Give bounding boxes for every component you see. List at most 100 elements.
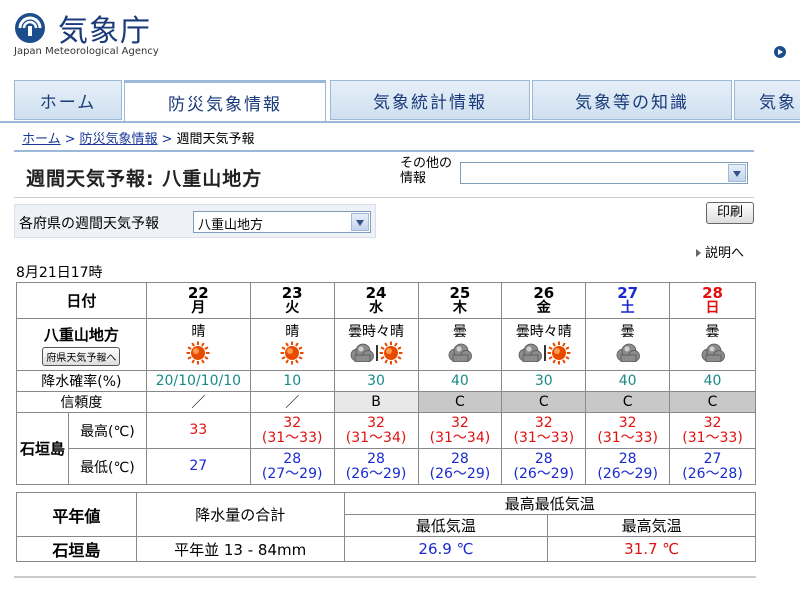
explain-label: 説明へ — [705, 246, 745, 261]
reliability-value: C — [669, 391, 756, 413]
min-temp: 27 — [145, 448, 251, 485]
reliability-label: 信頼度 — [16, 391, 147, 413]
nav-divider — [0, 121, 800, 123]
date-cell: 23 火 — [249, 282, 335, 319]
max-temp-value: 32 — [367, 414, 385, 431]
breadcrumb-separator: > — [64, 132, 76, 147]
pref-forecast-button[interactable]: 府県天気予報へ — [42, 346, 121, 366]
min-temp-range: (27～29) — [261, 465, 323, 482]
weather-cell: 晴 — [145, 318, 251, 371]
min-temp: 28 (26～29) — [585, 448, 671, 485]
day-of-week: 木 — [452, 299, 467, 316]
date-cell: 24 水 — [333, 282, 419, 319]
date-cell: 25 木 — [417, 282, 503, 319]
breadcrumb-home[interactable]: ホーム — [22, 132, 61, 147]
date-number: 27 — [617, 283, 639, 302]
pop-value: 40 — [669, 370, 756, 392]
pref-select-value: 八重山地方 — [198, 218, 264, 233]
precip-value: 平年並 13 - 84mm — [135, 536, 345, 562]
max-temp: 32 (31～33) — [585, 412, 671, 449]
min-temp-row: 最低(℃) 27 28 (27～29) 28 (26～29) 28 (26～29) 2… — [17, 448, 756, 485]
min-temp: 28 (27～29) — [249, 448, 335, 485]
max-temp-value: 32 — [703, 414, 722, 431]
max-temp-value: 32 — [618, 414, 637, 431]
chevron-down-icon[interactable] — [728, 164, 746, 182]
tab-statistics[interactable]: 気象統計情報 — [330, 80, 530, 120]
logo-title: 気象庁 — [58, 14, 151, 49]
explain-link[interactable]: 説明へ — [696, 242, 744, 261]
region-name: 八重山地方 — [43, 325, 119, 344]
weather-text: 曇 — [705, 323, 720, 340]
page-title: 週間天気予報: 八重山地方 — [26, 168, 263, 190]
temp-header: 最高最低気温 — [343, 492, 757, 515]
print-button[interactable]: 印刷 — [706, 202, 754, 224]
min-temp-value: 28 — [367, 450, 385, 467]
weather-icons — [335, 340, 418, 366]
tab-disaster-info[interactable]: 防災気象情報 — [124, 80, 326, 122]
min-temp: 27 (26～28) — [669, 448, 756, 485]
min-temp: 28 (26～29) — [333, 448, 419, 485]
breadcrumb-disaster-info[interactable]: 防災気象情報 — [80, 132, 158, 147]
weather-icons — [147, 340, 250, 366]
sun-icon — [547, 341, 571, 364]
station-name: 石垣島 — [16, 412, 69, 485]
tab-weather[interactable]: 気象 — [734, 80, 800, 120]
icon-separator — [543, 344, 546, 361]
max-temp: 32 (31～33) — [669, 412, 756, 449]
reliability-value: B — [333, 391, 419, 413]
pop-value: 30 — [333, 370, 419, 392]
pref-select[interactable]: 八重山地方 — [193, 211, 371, 233]
min-temp: 28 (26～29) — [417, 448, 503, 485]
tab-knowledge[interactable]: 気象等の知識 — [532, 80, 732, 120]
chevron-down-icon[interactable] — [351, 213, 369, 231]
normals-table: 平年値 降水量の合計 最高最低気温 最低気温 最高気温 石垣島 平年並 13 -… — [16, 492, 757, 562]
min-temp-value: 28 — [534, 450, 553, 467]
pop-label: 降水確率(%) — [16, 370, 147, 392]
normals-header: 平年値 — [16, 492, 137, 537]
reliability-value: ／ — [145, 391, 251, 413]
min-temp-value: 28 — [451, 450, 469, 467]
date-cell: 26 金 — [501, 282, 587, 319]
max-temp-range: (31～33) — [261, 429, 323, 446]
other-info-select[interactable] — [460, 162, 748, 184]
date-cell: 22 月 — [145, 282, 251, 319]
min-temp-value: 27 — [189, 458, 208, 474]
reliability-value: C — [501, 391, 587, 413]
reliability-value: C — [585, 391, 671, 413]
max-temp-range: (31～34) — [345, 429, 407, 446]
max-temp: 32 (31～33) — [249, 412, 335, 449]
bottom-divider — [14, 576, 756, 578]
weather-icons — [419, 340, 502, 366]
weather-text: 曇時々晴 — [515, 323, 572, 340]
top-link-bullet-icon[interactable] — [774, 46, 786, 58]
pop-value: 40 — [585, 370, 671, 392]
weather-cell: 晴 — [249, 318, 335, 371]
max-temp-range: (31～33) — [597, 429, 658, 446]
logo-subtitle: Japan Meteorological Agency — [14, 46, 159, 57]
weather-icons — [251, 340, 334, 366]
cloud-icon — [518, 343, 542, 362]
min-temp-label: 最低(℃) — [67, 448, 147, 485]
weather-text: 晴 — [191, 323, 206, 340]
max-temp: 32 (31～34) — [417, 412, 503, 449]
min-temp: 28 (26～29) — [501, 448, 587, 485]
max-temp-value: 33 — [189, 422, 208, 438]
tab-home[interactable]: ホーム — [14, 80, 122, 120]
sun-icon — [186, 341, 210, 364]
weather-cell: 曇時々晴 — [333, 318, 419, 371]
jma-emblem-icon — [15, 13, 45, 43]
date-number: 23 — [281, 283, 303, 302]
jma-logo[interactable]: 気象庁 Japan Meteorological Agency — [14, 6, 194, 57]
weather-text: 曇 — [620, 323, 635, 340]
max-temp-range: (31～33) — [682, 429, 743, 446]
date-number: 24 — [365, 283, 387, 302]
max-temp-row: 石垣島 最高(℃) 33 32 (31～33) 32 (31～34) 32 (31～3… — [16, 412, 756, 485]
day-of-week: 土 — [620, 299, 635, 316]
date-number: 25 — [449, 283, 471, 302]
issued-time: 8月21日17時 — [16, 265, 103, 281]
min-temp-header: 最低気温 — [343, 514, 549, 537]
max-temp-normal: 31.7 ℃ — [547, 536, 756, 562]
max-temp: 33 — [145, 412, 251, 449]
pop-value: 20/10/10/10 — [145, 370, 251, 392]
weather-icons — [670, 340, 755, 366]
